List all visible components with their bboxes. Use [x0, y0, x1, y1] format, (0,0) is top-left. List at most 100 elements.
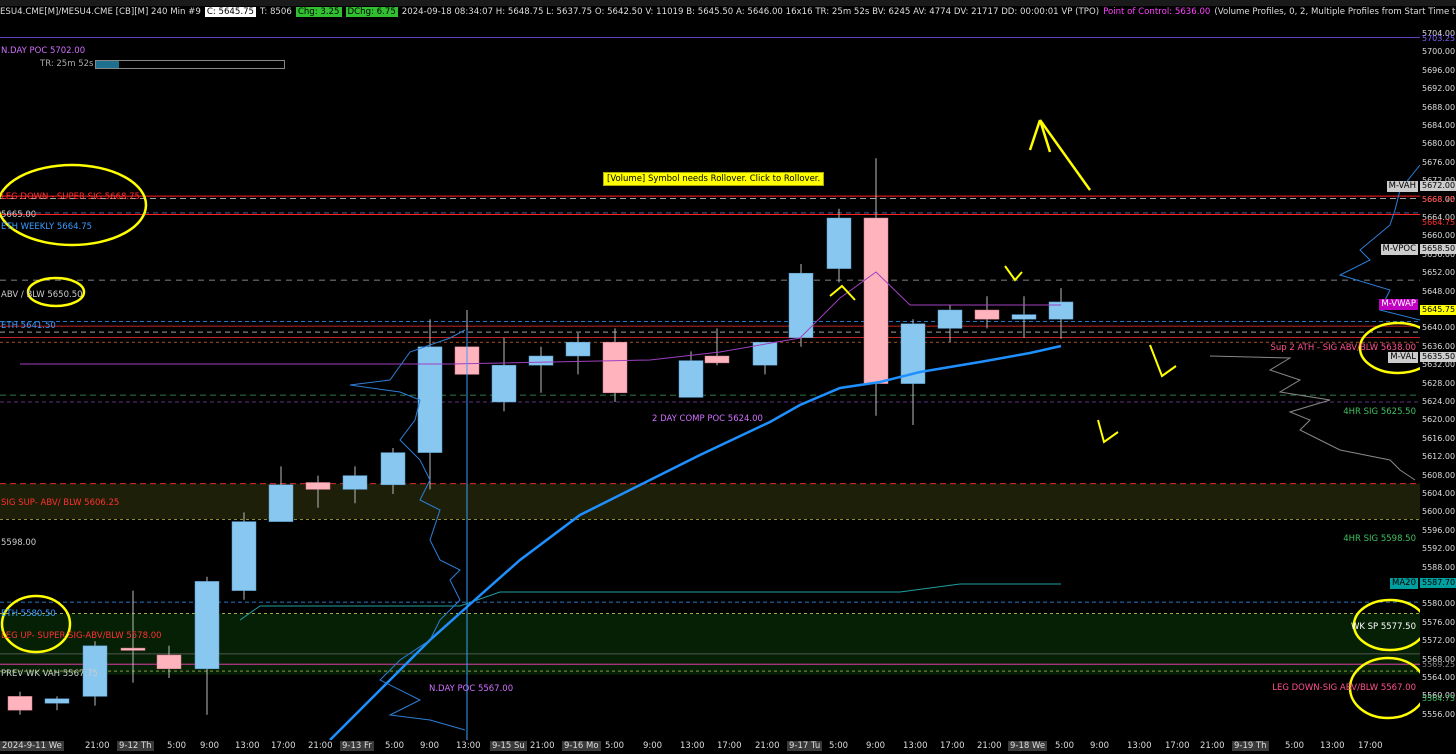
time-tick-label: 13:00 [680, 741, 705, 751]
time-tick-label: 9:00 [1090, 741, 1110, 751]
timer-label: TR: 25m 52s [40, 59, 94, 69]
right-level-tag: M-VAL [1388, 352, 1418, 363]
time-tick-label: 5:00 [385, 741, 405, 751]
price-tick-label: 5688.00 [1422, 102, 1456, 112]
right-level-tag: M-VPOC [1380, 244, 1418, 255]
candle-body [602, 341, 628, 394]
price-tick-label: 5572.00 [1422, 636, 1456, 646]
price-axis-tag: 5703.25 [1422, 34, 1456, 43]
price-axis-tag: 5664.75 [1422, 218, 1456, 227]
annotation-check [1097, 419, 1119, 444]
time-tick-label: 5:00 [167, 741, 187, 751]
right-level-tag: WK SP 5577.50 [1350, 622, 1416, 632]
level-label: 2 DAY COMP POC 5624.00 [652, 414, 763, 424]
time-tick-label: 21:00 [530, 741, 555, 751]
price-tick-label: 5652.00 [1422, 268, 1456, 278]
time-tick-label: 9-12 Th [117, 741, 154, 751]
level-label: LEG UP- SUPER SIG-ABV/BLW 5578.00 [1, 631, 162, 641]
right-level-tag: 4HR SIG 5625.50 [1343, 407, 1416, 417]
time-tick-label: 21:00 [755, 741, 780, 751]
price-tick-label: 5596.00 [1422, 525, 1456, 535]
level-label: PREV WK VAH 5567.75 [1, 669, 98, 679]
price-tick-label: 5556.00 [1422, 709, 1456, 719]
level-label: ABV / BLW 5650.50 [1, 290, 83, 300]
time-tick-label: 17:00 [940, 741, 965, 751]
price-tick-label: 5676.00 [1422, 157, 1456, 167]
candle-body [342, 475, 368, 490]
price-axis-tag: 5658.50 [1420, 244, 1456, 254]
annotation-circle [0, 163, 148, 247]
candle-body [937, 309, 963, 329]
candle-body [305, 482, 331, 490]
time-tick-label: 13:00 [235, 741, 260, 751]
time-tick-label: 21:00 [1200, 741, 1225, 751]
time-tick-label: 17:00 [717, 741, 742, 751]
candle-body [1011, 314, 1037, 320]
candle-body [231, 521, 257, 591]
time-tick-label: 17:00 [271, 741, 296, 751]
level-label: 5598.00 [1, 538, 37, 548]
price-tick-label: 5604.00 [1422, 489, 1456, 498]
candle-body [491, 364, 517, 403]
price-tick-label: 5620.00 [1422, 415, 1456, 425]
right-level-tag: MA20 [1390, 578, 1418, 589]
candle-body [565, 341, 591, 357]
candle-body [974, 309, 1000, 320]
price-tick-label: 5636.00 [1422, 341, 1456, 351]
price-tick-label: 5624.00 [1422, 397, 1456, 406]
price-axis-tag: 5672.00 [1420, 181, 1456, 191]
price-tick-label: 5580.00 [1422, 599, 1456, 609]
price-chart[interactable] [0, 0, 1420, 740]
time-tick-label: 9-19 Th [1232, 741, 1269, 751]
time-tick-label: 9:00 [866, 741, 886, 751]
annotation-check [1149, 344, 1177, 378]
price-axis-tag: 5569.25 [1422, 660, 1456, 669]
right-level-tag: LEG DOWN-SIG ABV/BLW 5567.00 [1272, 683, 1416, 693]
time-tick-label: 5:00 [1055, 741, 1075, 751]
price-tick-label: 5628.00 [1422, 378, 1456, 388]
candle-body [863, 217, 889, 384]
right-level-tag: M-VAH [1386, 181, 1418, 192]
candle-body [7, 696, 33, 711]
candle-body [528, 355, 554, 366]
price-tick-label: 5648.00 [1422, 286, 1456, 296]
level-label: ETH 5641.50 [1, 321, 56, 331]
price-tick-label: 5640.00 [1422, 323, 1456, 333]
level-label: 5665.00 [1, 210, 37, 220]
timer-progress-bar [95, 60, 285, 69]
time-tick-label: 17:00 [1358, 741, 1383, 751]
time-tick-label: 5:00 [1285, 741, 1305, 751]
tpo-profile-right [1209, 355, 1416, 481]
timer-progress-fill [96, 61, 119, 68]
price-axis[interactable]: 5704.00 5700.00 5696.00 5692.00 5688.00 5684.… [1420, 20, 1456, 740]
annotation-check [1004, 265, 1023, 282]
level-label: ETH 5580.50 [1, 609, 56, 619]
time-tick-label: 9:00 [420, 741, 440, 751]
level-label: N.DAY POC 5702.00 [1, 46, 86, 56]
time-axis[interactable]: 2024-9-11 We 21:00 9-12 Th 5:00 9:00 13:00 17:… [0, 740, 1456, 754]
price-tick-label: 5680.00 [1422, 139, 1456, 149]
time-tick-label: 5:00 [829, 741, 849, 751]
time-tick-label: 5:00 [605, 741, 625, 751]
price-tick-label: 5616.00 [1422, 433, 1456, 443]
price-tick-label: 5576.00 [1422, 617, 1456, 627]
time-tick-label: 13:00 [456, 741, 481, 751]
price-tick-label: 5588.00 [1422, 562, 1456, 572]
price-axis-tag: 5645.75 [1420, 305, 1456, 315]
candle-body [826, 217, 852, 269]
price-tick-label: 5660.00 [1422, 231, 1456, 241]
candle-body [268, 484, 294, 522]
candle-body [380, 452, 406, 486]
price-axis-tag: 5564.75 [1422, 694, 1456, 703]
price-axis-tag: 5635.50 [1420, 352, 1456, 362]
price-tick-label: 5612.00 [1422, 452, 1456, 462]
price-tick-label: 5564.00 [1422, 673, 1456, 682]
rollover-notice-button[interactable]: [Volume] Symbol needs Rollover. Click to… [603, 172, 825, 186]
candle-body [44, 698, 70, 704]
candle-body [156, 654, 182, 670]
candle-body [120, 647, 146, 651]
right-level-tag: 4HR SIG 5598.50 [1343, 534, 1416, 544]
price-axis-tag: 5668.75 [1422, 195, 1456, 204]
level-label: N.DAY POC 5567.00 [429, 684, 514, 694]
candle-body [678, 360, 704, 398]
